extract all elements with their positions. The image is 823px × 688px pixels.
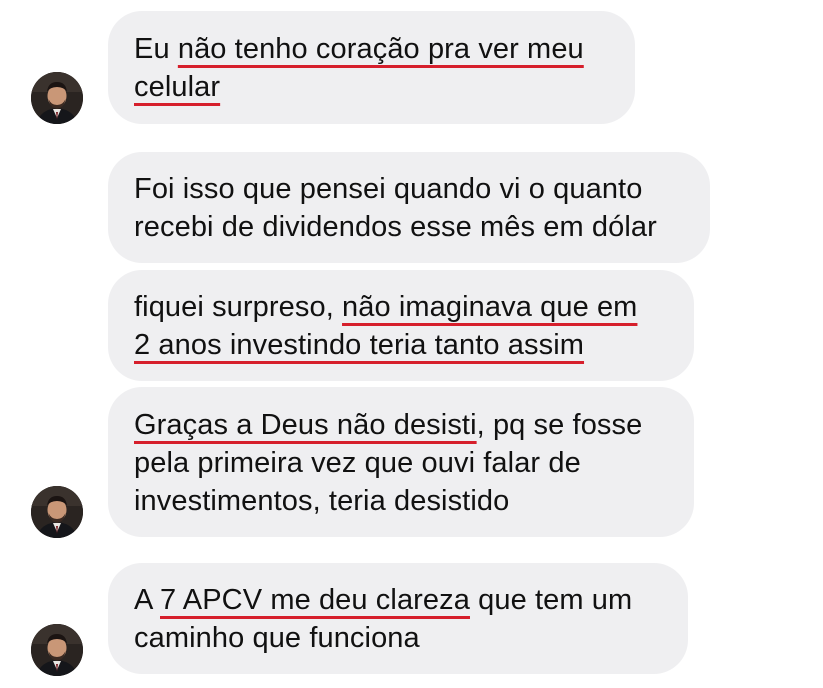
underlined-text: 2 anos investindo teria tanto assim [134,329,585,361]
message-bubble-1[interactable]: Eu não tenho coração pra ver meu celular [108,11,635,124]
message-bubble-3[interactable]: fiquei surpreso, não imaginava que em 2 a… [108,270,694,381]
message-text: que tem um [469,584,633,616]
message-bubble-2[interactable]: Foi isso que pensei quando vi o quanto re… [108,152,710,263]
message-text-line: celular [134,68,609,106]
message-text-line: investimentos, teria desistido [134,482,668,520]
message-text-line: Eu não tenho coração pra ver meu [134,30,609,68]
message-text: , pq se fosse [476,409,643,441]
message-text: A [134,584,160,616]
underlined-text: não imaginava que em [342,291,638,323]
message-bubble-4[interactable]: Graças a Deus não desisti, pq se fosse pe… [108,387,694,537]
message-text-line: Graças a Deus não desisti, pq se fosse [134,406,668,444]
message-text-line: pela primeira vez que ouvi falar de [134,444,668,482]
avatar[interactable] [31,486,83,538]
message-text-line: caminho que funciona [134,619,662,657]
message-text: Eu [134,33,178,65]
underlined-text: não tenho coração pra ver meu [177,33,584,65]
message-text: recebi de dividendos esse mês em dólar [134,211,657,243]
message-text-line: 2 anos investindo teria tanto assim [134,326,668,364]
message-text-line: A 7 APCV me deu clareza que tem um [134,581,662,619]
message-text-line: fiquei surpreso, não imaginava que em [134,288,668,326]
profile-photo-icon [31,72,83,124]
message-text: caminho que funciona [134,622,420,654]
message-text-line: Foi isso que pensei quando vi o quanto [134,170,684,208]
underlined-text: Graças a Deus não desisti [134,409,477,441]
message-text: investimentos, teria desistido [134,485,510,517]
avatar[interactable] [31,72,83,124]
message-text-line: recebi de dividendos esse mês em dólar [134,208,684,246]
avatar[interactable] [31,624,83,676]
message-text: Foi isso que pensei quando vi o quanto [134,173,643,205]
profile-photo-icon [31,624,83,676]
profile-photo-icon [31,486,83,538]
message-bubble-5[interactable]: A 7 APCV me deu clareza que tem um caminh… [108,563,688,674]
underlined-text: 7 APCV me deu clareza [160,584,470,616]
message-text: fiquei surpreso, [134,291,343,323]
message-text: pela primeira vez que ouvi falar de [134,447,581,479]
underlined-text: celular [134,71,221,103]
